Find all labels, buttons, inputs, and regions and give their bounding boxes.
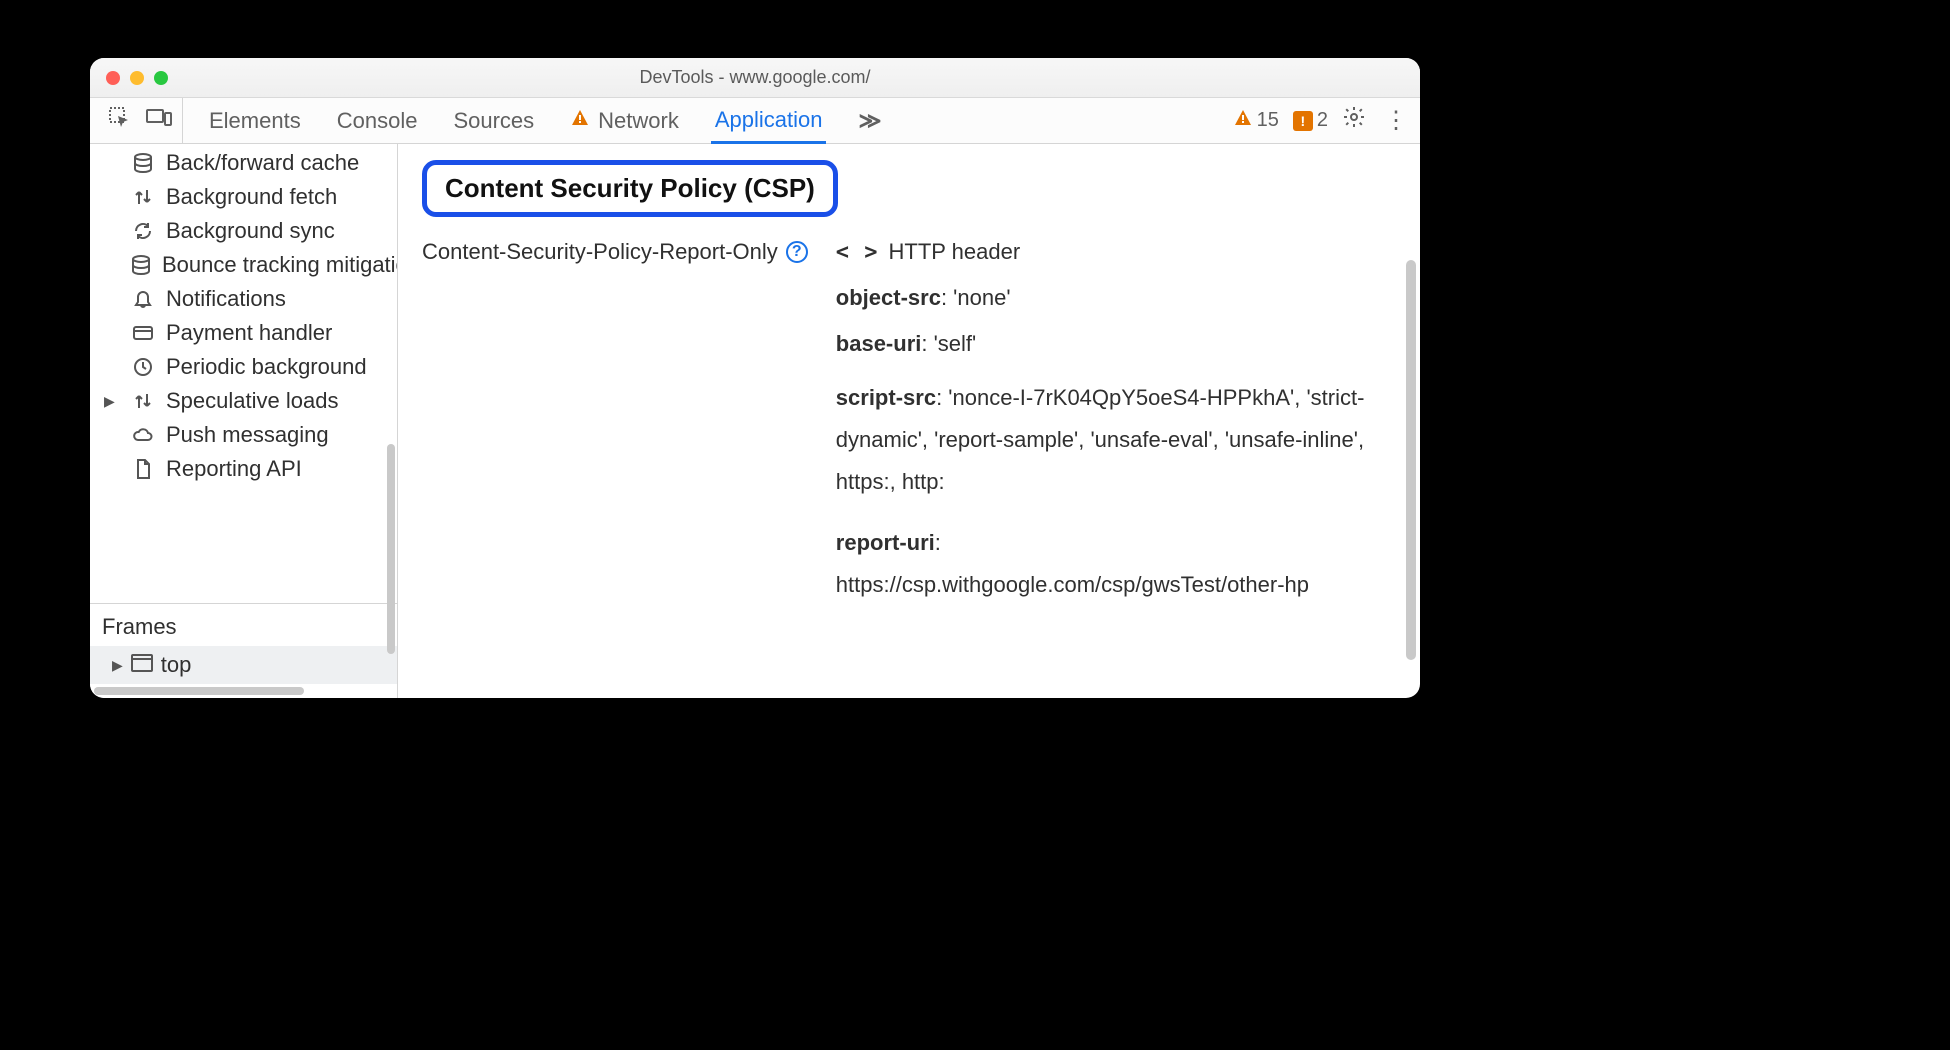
warning-icon (1233, 108, 1253, 134)
sidebar-item-label: Bounce tracking mitigation (162, 252, 397, 278)
tab-sources[interactable]: Sources (449, 98, 538, 143)
sidebar-item-bfcache[interactable]: Back/forward cache (90, 146, 397, 180)
window-title: DevTools - www.google.com/ (90, 67, 1420, 88)
issues-count: 2 (1317, 109, 1328, 132)
help-icon[interactable]: ? (786, 241, 808, 263)
devtools-tabstrip: Elements Console Sources Network Applica… (90, 98, 1420, 144)
tabs-overflow[interactable]: ≫ (854, 98, 885, 143)
sidebar-item-periodic[interactable]: Periodic background (90, 350, 397, 384)
sidebar-item-label: Payment handler (166, 320, 332, 346)
sidebar-item-bouncetracking[interactable]: Bounce tracking mitigation (90, 248, 397, 282)
tab-elements[interactable]: Elements (205, 98, 305, 143)
tab-label: Network (598, 108, 679, 134)
inspect-icon[interactable] (108, 106, 132, 136)
tab-label: Sources (453, 108, 534, 134)
sidebar-item-label: Reporting API (166, 456, 302, 482)
file-icon (130, 458, 156, 480)
minimize-icon[interactable] (130, 71, 144, 85)
frames-header: Frames (90, 603, 397, 646)
code-icon: < > (836, 240, 879, 265)
sidebar-item-label: Notifications (166, 286, 286, 312)
zoom-icon[interactable] (154, 71, 168, 85)
card-icon (130, 322, 156, 344)
main-vscroll-thumb[interactable] (1406, 260, 1416, 660)
sidebar-item-speculative[interactable]: ▶ Speculative loads (90, 384, 397, 418)
sidebar-item-label: Background fetch (166, 184, 337, 210)
updown-icon (130, 390, 156, 412)
sidebar-item-payment[interactable]: Payment handler (90, 316, 397, 350)
gear-icon[interactable] (1342, 105, 1366, 136)
warning-icon (570, 108, 590, 134)
sidebar-item-notifications[interactable]: Notifications (90, 282, 397, 316)
tab-network[interactable]: Network (566, 98, 683, 143)
close-icon[interactable] (106, 71, 120, 85)
database-icon (130, 152, 156, 174)
csp-directive: script-src: 'nonce-I-7rK04QpY5oeS4-HPPkh… (836, 377, 1376, 502)
sidebar-item-label: Background sync (166, 218, 335, 244)
window-icon (131, 652, 153, 678)
sidebar-item-label: Periodic background (166, 354, 367, 380)
warnings-count: 15 (1257, 109, 1279, 132)
expand-icon[interactable]: ▶ (112, 657, 123, 674)
csp-source-label: HTTP header (889, 239, 1021, 265)
database-icon (130, 254, 152, 276)
bell-icon (130, 288, 156, 310)
tab-label: Elements (209, 108, 301, 134)
application-sidebar: Back/forward cache Background fetch Back… (90, 144, 398, 698)
devtools-window: DevTools - www.google.com/ Elements Cons… (90, 58, 1420, 698)
titlebar: DevTools - www.google.com/ (90, 58, 1420, 98)
sidebar-item-label: Back/forward cache (166, 150, 359, 176)
tab-console[interactable]: Console (333, 98, 422, 143)
scrollbar-thumb[interactable] (94, 687, 304, 695)
cloud-icon (130, 424, 156, 446)
kebab-icon[interactable]: ⋮ (1380, 106, 1412, 135)
sidebar-item-bgfetch[interactable]: Background fetch (90, 180, 397, 214)
tab-label: Console (337, 108, 418, 134)
chevron-right-icon: ≫ (858, 108, 881, 134)
tab-application[interactable]: Application (711, 99, 827, 144)
csp-heading: Content Security Policy (CSP) (422, 160, 838, 217)
csp-directive: object-src: 'none' (836, 285, 1376, 311)
device-toggle-icon[interactable] (146, 107, 172, 135)
warnings-badge[interactable]: 15 (1233, 108, 1279, 134)
tab-label: Application (715, 107, 823, 133)
updown-icon (130, 186, 156, 208)
sidebar-item-label: Push messaging (166, 422, 329, 448)
frames-top-label: top (161, 652, 192, 678)
csp-panel: Content Security Policy (CSP) Content-Se… (398, 144, 1420, 698)
sidebar-item-bgsync[interactable]: Background sync (90, 214, 397, 248)
clock-icon (130, 356, 156, 378)
sidebar-item-label: Speculative loads (166, 388, 338, 414)
expand-icon[interactable]: ▶ (104, 393, 118, 410)
sync-icon (130, 220, 156, 242)
csp-directive: report-uri: https://csp.withgoogle.com/c… (836, 522, 1376, 606)
csp-directive: base-uri: 'self' (836, 331, 1376, 357)
csp-header-name: Content-Security-Policy-Report-Only (422, 239, 778, 265)
sidebar-item-push[interactable]: Push messaging (90, 418, 397, 452)
issue-icon: ! (1293, 111, 1313, 131)
traffic-lights (106, 71, 168, 85)
sidebar-item-reporting[interactable]: Reporting API (90, 452, 397, 486)
issues-badge[interactable]: ! 2 (1293, 109, 1328, 132)
frames-top[interactable]: ▶ top (90, 646, 397, 684)
sidebar-tree: Back/forward cache Background fetch Back… (90, 144, 397, 603)
sidebar-hscroll[interactable] (90, 684, 397, 698)
sidebar-vscroll-thumb[interactable] (387, 444, 395, 654)
